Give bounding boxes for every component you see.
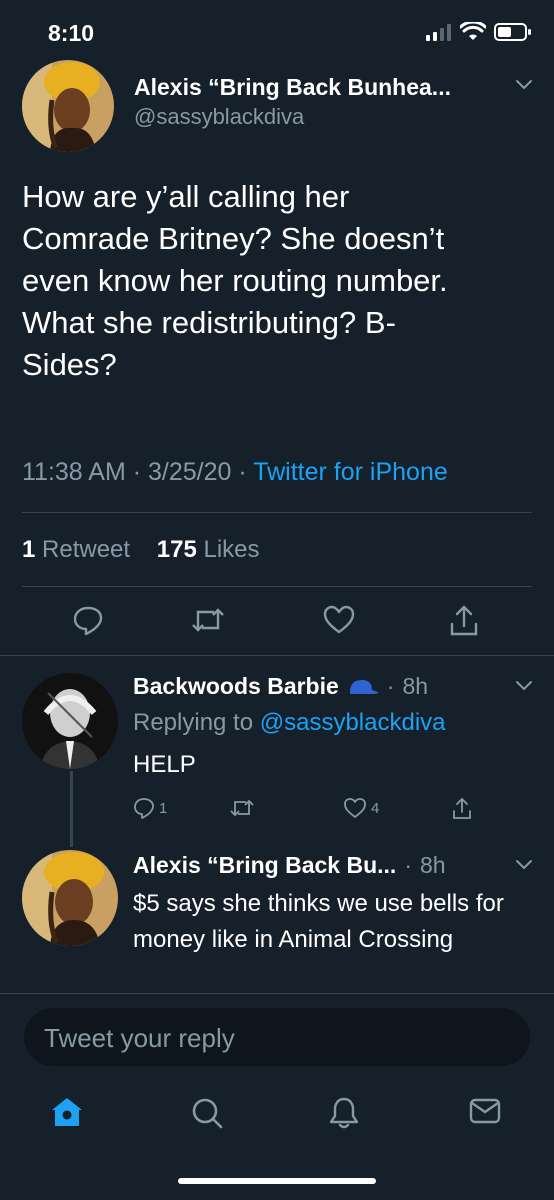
tab-bar <box>0 1082 554 1142</box>
tweet-text: How are y’all calling her Comrade Britne… <box>22 176 532 386</box>
avatar-image <box>22 60 114 152</box>
notifications-icon[interactable] <box>328 1096 360 1130</box>
tweet-text-line: Comrade Britney? She doesn’t <box>22 221 445 256</box>
reply-composer[interactable]: Tweet your reply <box>24 1008 530 1066</box>
like-count: 175 <box>156 536 197 563</box>
reply-text: $5 says she thinks we use bells for mone… <box>133 890 504 953</box>
tweet-text-line: What she redistributing? B- <box>22 305 396 340</box>
status-time: 8:10 <box>48 20 95 46</box>
retweet-count: 1 <box>22 536 36 563</box>
heart-icon <box>344 798 366 818</box>
avatar[interactable] <box>22 673 118 769</box>
retweet-icon <box>230 799 254 817</box>
avatar[interactable] <box>22 60 114 152</box>
replying-to: Replying to @sassyblackdiva <box>133 709 446 737</box>
tweet-source-link[interactable]: Twitter for iPhone <box>253 458 448 486</box>
tweet-stats: 1 Retweet 175 Likes <box>22 536 260 564</box>
like-count: 4 <box>371 799 380 817</box>
reply-author-name: Alexis “Bring Back Bu... <box>133 852 397 878</box>
share-action[interactable] <box>451 797 473 821</box>
like-action[interactable]: 4 <box>343 797 379 819</box>
tweet-text-line: Sides? <box>22 347 117 382</box>
retweets-stat[interactable]: 1 Retweet <box>22 536 130 563</box>
composer-placeholder: Tweet your reply <box>44 1023 235 1053</box>
replying-handle-link[interactable]: @sassyblackdiva <box>260 709 446 736</box>
reply-author-name: Backwoods Barbie <box>133 673 339 699</box>
tweet-text-line: How are y’all calling her <box>22 179 350 214</box>
share-icon[interactable] <box>448 604 480 638</box>
thread-line <box>70 771 73 847</box>
home-icon[interactable] <box>50 1096 84 1128</box>
reply-actions: 1 4 <box>133 797 513 827</box>
retweet-label: Retweet <box>42 536 131 563</box>
chevron-down-icon[interactable] <box>514 78 534 92</box>
chevron-down-icon[interactable] <box>514 679 534 693</box>
signal-icon <box>426 24 451 41</box>
wifi-icon <box>460 22 486 40</box>
reply-time: 8h <box>419 852 446 878</box>
status-icons <box>426 22 532 42</box>
retweet-action[interactable] <box>229 797 255 819</box>
meta-separator: · <box>132 458 149 486</box>
search-icon[interactable] <box>190 1096 224 1130</box>
avatar-image <box>22 850 118 946</box>
tweet-meta: 11:38 AM · 3/25/20 · Twitter for iPhone <box>22 458 448 487</box>
reply-action[interactable]: 1 <box>133 797 167 819</box>
tweet-time: 11:38 AM <box>22 458 126 486</box>
reply-icon[interactable] <box>72 604 104 636</box>
reply-count: 1 <box>159 799 168 817</box>
tweet-date: 3/25/20 <box>148 458 232 486</box>
chevron-down-icon[interactable] <box>514 858 534 872</box>
retweet-icon[interactable] <box>190 604 226 636</box>
tweet-text-line: even know her routing number. <box>22 263 448 298</box>
divider <box>0 993 554 994</box>
author-name[interactable]: Alexis “Bring Back Bu... · 8h <box>133 852 446 879</box>
messages-icon[interactable] <box>468 1096 502 1126</box>
divider <box>22 586 532 587</box>
heart-icon[interactable] <box>322 604 356 636</box>
replying-prefix: Replying to <box>133 709 254 736</box>
reply-text: HELP <box>133 751 196 778</box>
author-name[interactable]: Alexis “Bring Back Bunhea... <box>134 74 494 101</box>
avatar[interactable] <box>22 850 118 946</box>
divider <box>22 512 532 513</box>
status-bar: 8:10 <box>0 0 554 64</box>
likes-stat[interactable]: 175 Likes <box>157 536 260 563</box>
battery-icon <box>494 23 531 41</box>
reply-icon <box>134 798 154 819</box>
reply-time: 8h <box>402 673 429 699</box>
reply-time-separator: · <box>386 673 395 699</box>
avatar-image <box>22 673 118 769</box>
divider <box>0 655 554 656</box>
author-name[interactable]: Backwoods Barbie · 8h <box>133 673 428 700</box>
cap-icon <box>349 679 378 694</box>
tweet-actions <box>0 604 554 644</box>
like-label: Likes <box>203 536 260 563</box>
share-icon <box>453 797 471 819</box>
meta-separator: · <box>238 458 254 486</box>
reply-time-separator: · <box>404 852 412 878</box>
home-indicator <box>178 1178 376 1184</box>
author-handle[interactable]: @sassyblackdiva <box>134 104 304 130</box>
